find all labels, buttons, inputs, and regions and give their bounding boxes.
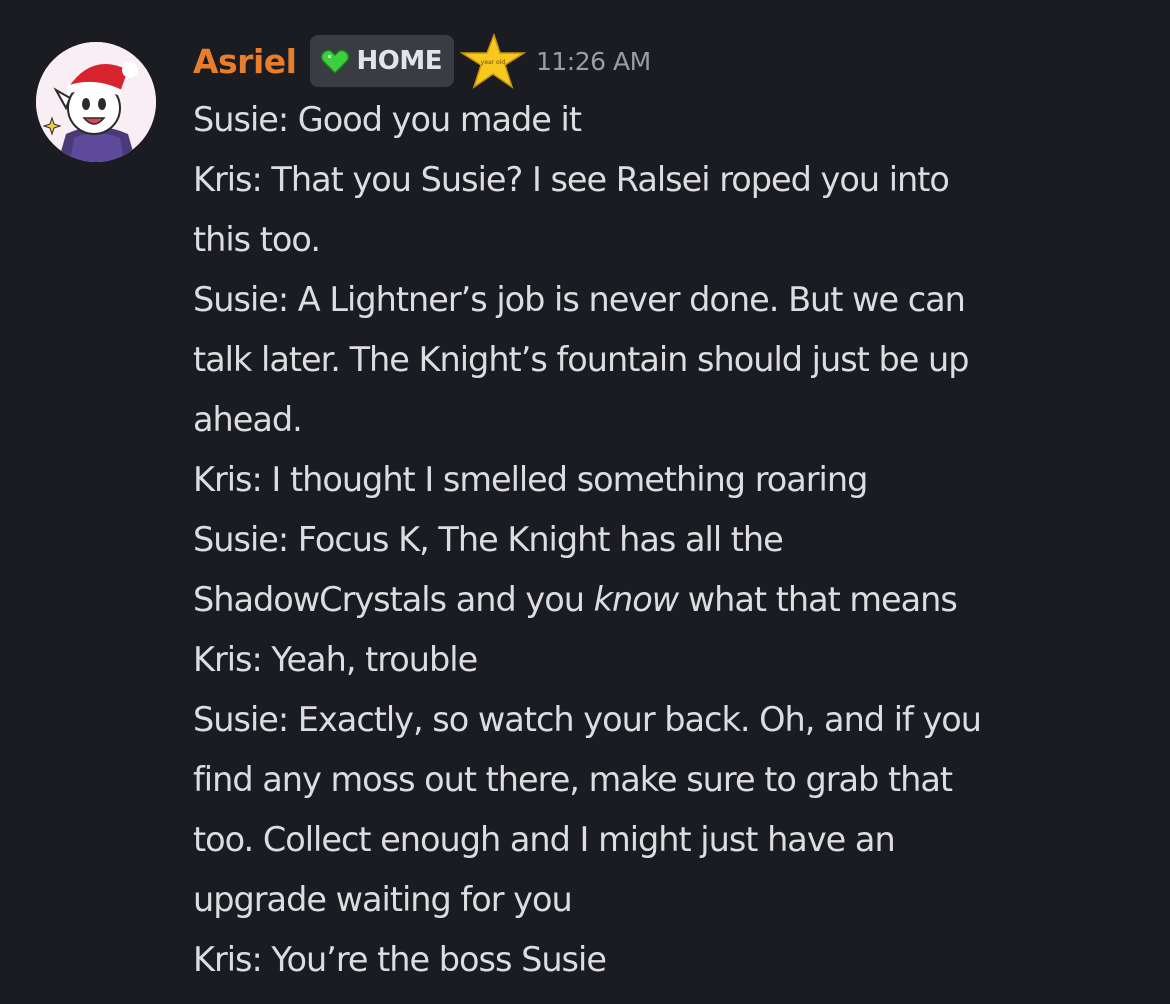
message-line: upgrade waiting for you xyxy=(193,880,573,919)
gold-star-badge-icon[interactable]: year old xyxy=(459,33,526,89)
message-line: Kris: Yeah, trouble xyxy=(193,640,478,679)
server-tag[interactable]: HOME xyxy=(310,35,454,87)
line-text: ShadowCrystals and you xyxy=(193,580,594,619)
italic-text: know xyxy=(593,580,680,619)
server-tag-label: HOME xyxy=(356,46,442,76)
message-line: Kris: That you Susie? I see Ralsei roped… xyxy=(193,160,950,199)
message-line: Susie: Good you made it xyxy=(193,100,582,139)
message-line: Kris: You’re the boss Susie xyxy=(193,940,607,979)
message-line: find any moss out there, make sure to gr… xyxy=(193,760,953,799)
message-line: ahead. xyxy=(193,400,303,439)
message-timestamp[interactable]: 11:26 AM xyxy=(536,47,651,76)
message-line: this too. xyxy=(193,220,321,259)
message-header: Asriel HOME year old 11:26 AM xyxy=(193,33,651,89)
message-line: Kris: I thought I smelled something roar… xyxy=(193,460,868,499)
green-heart-icon xyxy=(321,49,350,75)
user-avatar[interactable] xyxy=(36,42,156,162)
message-line: talk later. The Knight’s fountain should… xyxy=(193,340,969,379)
chat-message: Asriel HOME year old 11:26 AM Susie: Goo… xyxy=(0,0,1170,1004)
message-line: too. Collect enough and I might just hav… xyxy=(193,820,896,859)
message-line: Susie: Focus K, The Knight has all the xyxy=(193,520,784,559)
line-text: what that means xyxy=(678,580,958,619)
message-line: ShadowCrystals and you know what that me… xyxy=(193,570,1153,630)
message-line: Susie: A Lightner’s job is never done. B… xyxy=(193,280,966,319)
star-badge-text: year old xyxy=(481,59,506,66)
message-line: Susie: Exactly, so watch your back. Oh, … xyxy=(193,700,982,739)
message-content: Susie: Good you made it Kris: That you Su… xyxy=(193,90,1153,990)
avatar-image xyxy=(36,42,156,162)
author-username[interactable]: Asriel xyxy=(193,42,297,81)
